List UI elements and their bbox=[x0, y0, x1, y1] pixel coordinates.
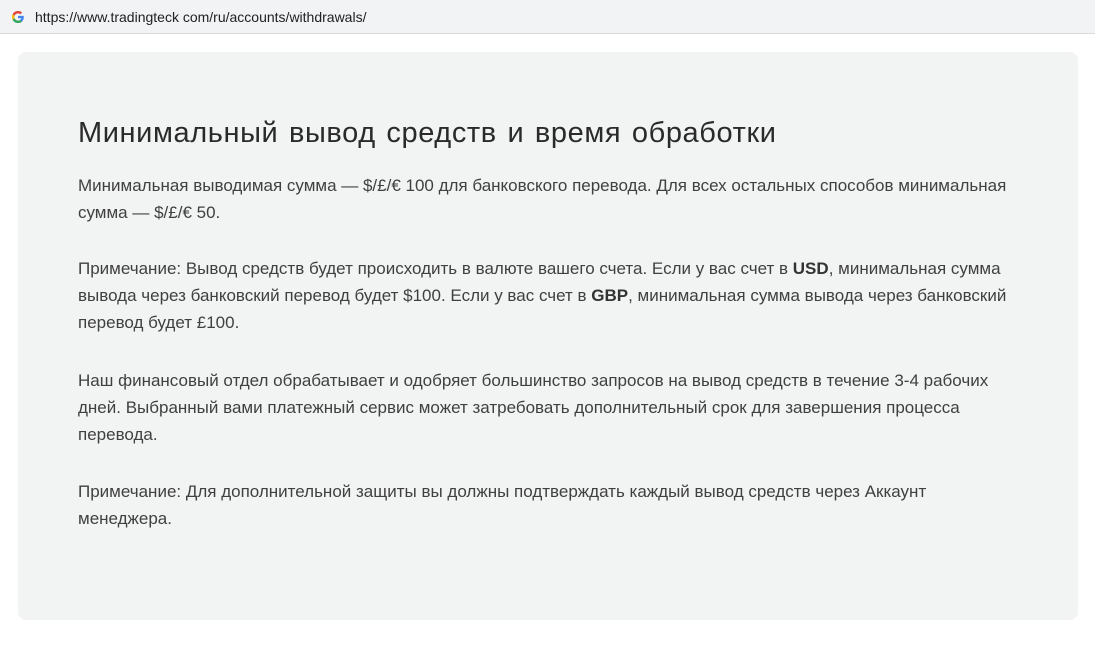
address-bar[interactable]: https://www.tradingteck com/ru/accounts/… bbox=[0, 0, 1095, 34]
paragraph-min-amount: Минимальная выводимая сумма — $/£/€ 100 … bbox=[78, 176, 1007, 222]
currency-gbp: GBP bbox=[591, 286, 629, 305]
google-g-icon bbox=[10, 9, 26, 25]
content-card: Минимальный вывод средств и время обрабо… bbox=[18, 52, 1078, 620]
paragraph-processing-time: Наш финансовый отдел обрабатывает и одоб… bbox=[78, 371, 989, 444]
currency-usd: USD bbox=[792, 259, 829, 278]
paragraph-security-note: Примечание: Для дополнительной защиты вы… bbox=[78, 482, 927, 528]
paragraph-currency-note: Примечание: Вывод средств будет происход… bbox=[78, 255, 1008, 336]
note-text-part1: Примечание: Вывод средств будет происход… bbox=[78, 259, 793, 278]
section-title: Минимальный вывод средств и время обрабо… bbox=[78, 117, 777, 149]
url-text[interactable]: https://www.tradingteck com/ru/accounts/… bbox=[35, 9, 366, 25]
